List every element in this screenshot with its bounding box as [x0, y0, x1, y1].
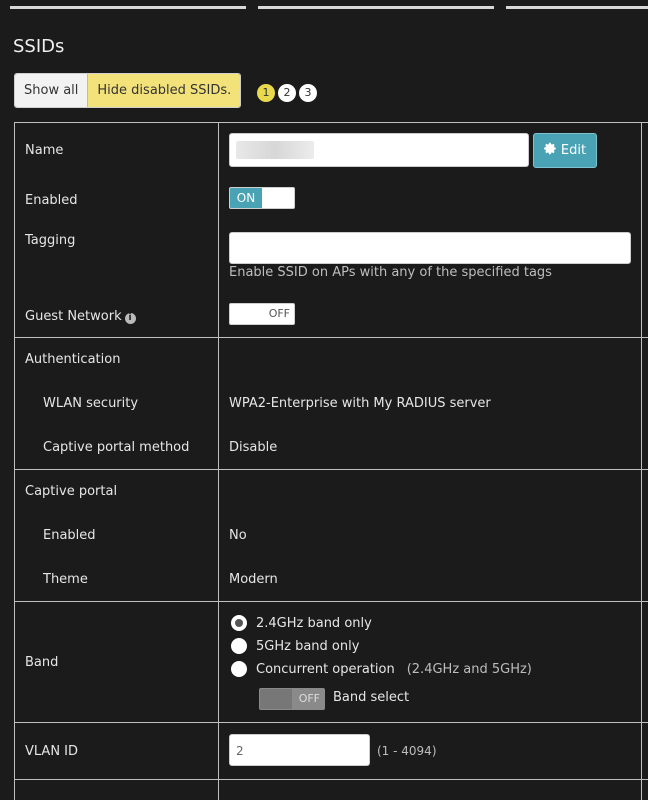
page-2-button[interactable]: 2: [278, 84, 296, 102]
column-divider: [641, 780, 642, 800]
toggle-on-text: ON: [230, 188, 262, 208]
toggle-knob: [260, 689, 292, 709]
band-option-5ghz[interactable]: 5GHz band only: [231, 638, 359, 654]
concurrent-note: (2.4GHz and 5GHz): [406, 661, 532, 677]
vlan-section: VLAN ID 2 (1 - 4094): [15, 723, 648, 780]
captive-enabled-value: No: [229, 528, 247, 543]
radio-button-checked[interactable]: [231, 615, 247, 631]
ssid-basic-section: Name Edit Enabled ON Tagging Enable SSID…: [15, 123, 648, 338]
nav-bar-segment[interactable]: [10, 6, 246, 9]
band-option-label: 5GHz band only: [256, 638, 360, 654]
column-divider: [218, 602, 219, 722]
redacted-name: [236, 141, 314, 159]
ssid-name-field[interactable]: [229, 133, 529, 167]
page-1-button[interactable]: 1: [257, 84, 275, 102]
theme-value: Modern: [229, 572, 278, 587]
hide-disabled-button[interactable]: Hide disabled SSIDs.: [88, 74, 241, 107]
toggle-off-text: OFF: [268, 307, 290, 320]
captive-portal-section: Captive portal Enabled No Theme Modern: [15, 470, 648, 602]
captive-method-label: Captive portal method: [43, 440, 190, 455]
ssid-enabled-toggle[interactable]: ON: [229, 187, 295, 209]
tagging-hint: Enable SSID on APs with any of the speci…: [229, 265, 552, 280]
captive-enabled-label: Enabled: [43, 528, 96, 543]
authentication-label: Authentication: [25, 352, 121, 367]
name-label: Name: [25, 143, 64, 158]
wlan-security-label: WLAN security: [43, 396, 139, 411]
column-divider: [641, 123, 642, 337]
nav-bar-segment[interactable]: [258, 6, 494, 9]
column-divider: [641, 338, 642, 469]
band-select-toggle[interactable]: OFF: [259, 688, 325, 710]
toggle-off-text: OFF: [298, 692, 320, 705]
guest-network-label-wrap: Guest Network i: [25, 309, 136, 324]
captive-portal-label: Captive portal: [25, 484, 118, 499]
top-nav-bars: [0, 6, 648, 12]
ssid-pagination: 1 2 3: [257, 84, 317, 102]
next-section-partial: [15, 780, 648, 800]
nav-bar-segment[interactable]: [506, 6, 648, 9]
band-section: Band 2.4GHz band only 5GHz band only Con…: [15, 602, 648, 723]
column-divider: [218, 723, 219, 779]
captive-method-value: Disable: [229, 440, 278, 455]
band-option-24ghz[interactable]: 2.4GHz band only: [231, 615, 372, 631]
show-all-button[interactable]: Show all: [15, 74, 89, 107]
tagging-label: Tagging: [25, 233, 76, 248]
edit-name-button[interactable]: Edit: [533, 133, 597, 168]
band-option-concurrent[interactable]: Concurrent operation (2.4GHz and 5GHz): [231, 661, 532, 677]
radio-button[interactable]: [231, 638, 247, 654]
guest-network-label: Guest Network: [25, 309, 122, 324]
page-3-button[interactable]: 3: [299, 84, 317, 102]
wlan-security-value: WPA2-Enterprise with My RADIUS server: [229, 396, 491, 411]
band-select-label: Band select: [333, 690, 410, 705]
theme-label: Theme: [43, 572, 88, 587]
column-divider: [641, 723, 642, 779]
guest-network-toggle[interactable]: OFF: [229, 303, 295, 325]
column-divider: [218, 338, 219, 469]
vlan-id-range: (1 - 4094): [377, 744, 437, 758]
band-label: Band: [25, 655, 59, 670]
page-title: SSIDs: [13, 36, 65, 57]
tagging-input[interactable]: [229, 232, 631, 264]
column-divider: [641, 470, 642, 601]
vlan-id-label: VLAN ID: [25, 744, 79, 759]
column-divider: [218, 470, 219, 601]
edit-button-label: Edit: [560, 143, 587, 158]
info-icon[interactable]: i: [124, 313, 136, 324]
enabled-label: Enabled: [25, 193, 78, 208]
radio-button[interactable]: [231, 661, 247, 677]
column-divider: [641, 602, 642, 722]
gear-icon: [544, 142, 557, 159]
column-divider: [218, 780, 219, 800]
ssid-settings-table: Name Edit Enabled ON Tagging Enable SSID…: [14, 122, 648, 800]
vlan-id-input[interactable]: 2: [229, 734, 370, 766]
band-option-label: 2.4GHz band only: [256, 615, 372, 631]
ssid-filter-group: Show all Hide disabled SSIDs.: [14, 73, 242, 108]
column-divider: [218, 123, 219, 337]
band-option-label: Concurrent operation: [256, 661, 395, 677]
authentication-section: Authentication WLAN security WPA2-Enterp…: [15, 338, 648, 470]
